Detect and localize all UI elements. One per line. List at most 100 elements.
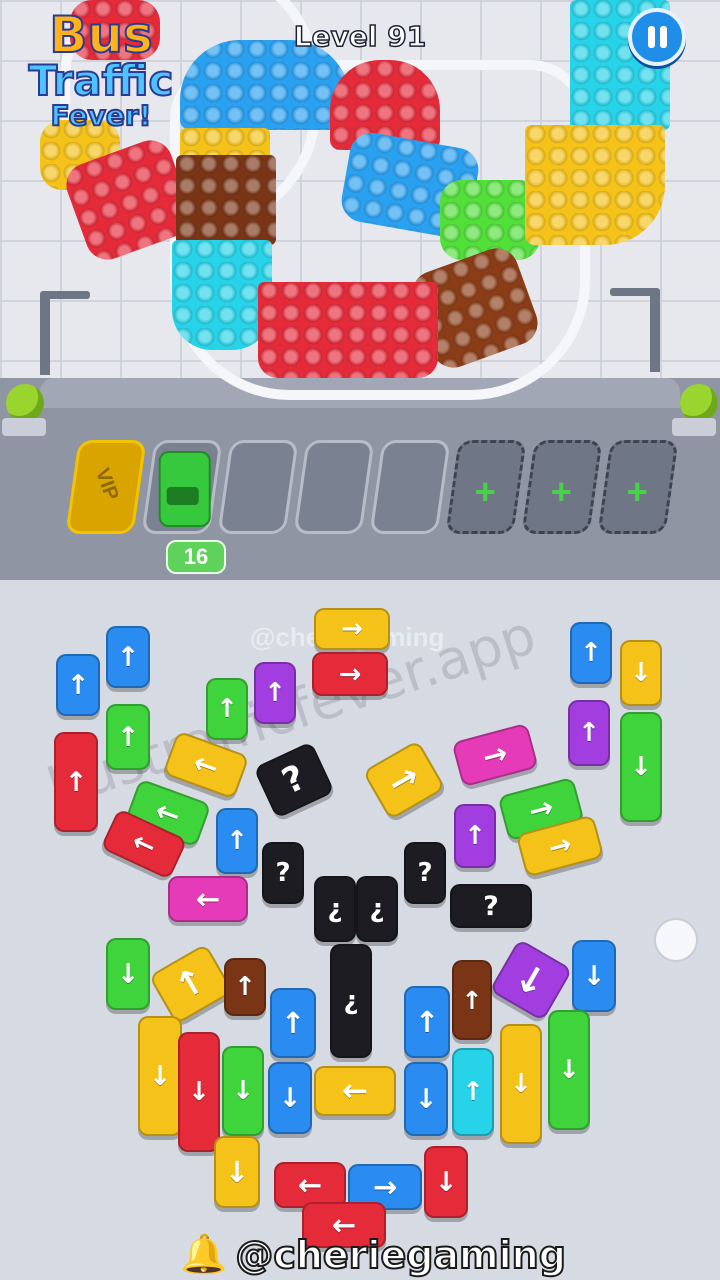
arrow-down-icon: ↓ <box>434 1166 458 1198</box>
brown-bus-up[interactable]: ↑ <box>452 960 492 1040</box>
arrow-down-icon: ↓ <box>224 1155 250 1189</box>
arrow-down-icon: ↓ <box>188 1077 210 1107</box>
add-slot-button[interactable]: + <box>521 440 603 534</box>
arrow-down-icon: ↓ <box>630 752 652 782</box>
arrow-up-icon: ↑ <box>168 959 214 1009</box>
planter <box>672 418 716 436</box>
question-icon: ? <box>275 858 291 888</box>
question-icon: ¿ <box>369 894 385 924</box>
arrow-up-icon: ↑ <box>234 972 256 1002</box>
mystery-bus[interactable]: ¿ <box>314 876 356 942</box>
arrow-up-icon: ↑ <box>264 678 286 708</box>
question-icon: ? <box>276 757 312 803</box>
cyan-bus-up[interactable]: ↑ <box>452 1048 494 1136</box>
arrow-up-icon: ↑ <box>462 1077 484 1107</box>
arrow-down-icon: ↓ <box>148 1060 172 1092</box>
mystery-bus[interactable]: ¿ <box>330 944 372 1058</box>
yellow-bus-left[interactable]: ← <box>314 1066 396 1116</box>
green-bus-up[interactable]: ↑ <box>206 678 248 740</box>
blue-bus-down[interactable]: ↓ <box>572 940 616 1012</box>
vip-parking-slot[interactable]: VIP <box>65 440 147 534</box>
arrow-down-icon: ↓ <box>506 953 556 1007</box>
arrow-up-icon: ↑ <box>461 985 483 1015</box>
yellow-bus-down[interactable]: ↓ <box>620 640 662 706</box>
logo-fever: Fever! <box>50 99 153 132</box>
green-bus-down[interactable]: ↓ <box>620 712 662 822</box>
passenger-group-brown <box>176 155 276 245</box>
question-icon: ¿ <box>343 986 359 1016</box>
green-bus-up[interactable]: ↑ <box>106 704 150 770</box>
blue-bus-up[interactable]: ↑ <box>216 808 258 874</box>
red-bus-down[interactable]: ↓ <box>178 1032 220 1152</box>
plus-icon: + <box>626 471 648 512</box>
green-bus-down[interactable]: ↓ <box>222 1046 264 1136</box>
add-slot-button[interactable]: + <box>597 440 679 534</box>
add-slot-button[interactable]: + <box>445 440 527 534</box>
credit-bar: 🔔 @cheriegaming <box>180 1230 567 1280</box>
arrow-right-icon: → <box>545 828 575 864</box>
arrow-up-icon: ↑ <box>116 721 140 753</box>
arrow-left-icon: ← <box>342 1073 368 1109</box>
purple-bus-up[interactable]: ↑ <box>254 662 296 724</box>
arrow-right-icon: → <box>524 789 558 829</box>
yellow-bus-down[interactable]: ↓ <box>500 1024 542 1144</box>
arrow-right-icon: → <box>338 658 362 690</box>
arrow-up-icon: ↑ <box>280 1006 306 1040</box>
yellow-bus-right[interactable]: → <box>314 608 390 650</box>
passenger-group-red <box>258 282 438 378</box>
brown-bus-up[interactable]: ↑ <box>224 958 266 1016</box>
parking-slot[interactable] <box>369 440 451 534</box>
arrow-down-icon: ↓ <box>630 658 652 688</box>
planter <box>2 418 46 436</box>
blue-bus-up[interactable]: ↑ <box>270 988 316 1058</box>
blue-bus-down[interactable]: ↓ <box>268 1062 312 1134</box>
yellow-bus-down[interactable]: ↓ <box>214 1136 260 1208</box>
credit-handle: @cheriegaming <box>234 1232 567 1278</box>
parking-slot[interactable] <box>217 440 299 534</box>
yellow-bus-down[interactable]: ↓ <box>138 1016 182 1136</box>
arrow-right-icon: → <box>381 755 427 805</box>
arrow-right-icon: → <box>341 614 363 644</box>
arrow-up-icon: ↑ <box>578 718 600 748</box>
purple-bus-up[interactable]: ↑ <box>454 804 496 868</box>
blue-bus-up[interactable]: ↑ <box>106 626 150 688</box>
bell-icon: 🔔 <box>180 1234 228 1276</box>
pink-bus-left[interactable]: ← <box>168 876 248 922</box>
arrow-left-icon: ← <box>195 882 221 916</box>
arrow-down-icon: ↓ <box>232 1076 254 1106</box>
blue-bus-up[interactable]: ↑ <box>404 986 450 1058</box>
arrow-down-icon: ↓ <box>558 1055 580 1085</box>
red-bus-up[interactable]: ↑ <box>54 732 98 832</box>
green-bus-down[interactable]: ↓ <box>548 1010 590 1130</box>
question-icon: ? <box>417 858 433 888</box>
purple-bus-up[interactable]: ↑ <box>568 700 610 766</box>
arrow-up-icon: ↑ <box>580 638 602 668</box>
blue-bus-down[interactable]: ↓ <box>404 1062 448 1136</box>
arrow-up-icon: ↑ <box>216 694 238 724</box>
parking-slot[interactable] <box>293 440 375 534</box>
logo-bus: Bus <box>48 6 153 64</box>
green-bus-down[interactable]: ↓ <box>106 938 150 1010</box>
vip-label: VIP <box>90 465 123 504</box>
level-label: Level 91 <box>293 19 427 54</box>
blue-bus-up[interactable]: ↑ <box>56 654 100 716</box>
blue-bus-up[interactable]: ↑ <box>570 622 612 684</box>
arrow-left-icon: ← <box>297 1168 323 1202</box>
red-bus-right[interactable]: → <box>312 652 388 696</box>
arrow-down-icon: ↓ <box>278 1082 302 1114</box>
mystery-bus[interactable]: ? <box>262 842 304 904</box>
floating-knob[interactable] <box>654 918 698 962</box>
pause-button[interactable] <box>628 8 686 66</box>
red-bus-down[interactable]: ↓ <box>424 1146 468 1218</box>
mystery-bus[interactable]: ¿ <box>356 876 398 942</box>
game-logo: Bus Traffic Fever! <box>6 6 196 160</box>
bush <box>6 384 44 422</box>
arrow-up-icon: ↑ <box>226 826 248 856</box>
question-icon: ? <box>483 890 499 922</box>
remaining-passengers-badge: 16 <box>166 540 226 574</box>
mystery-bus[interactable]: ? <box>404 842 446 904</box>
parking-slot[interactable] <box>141 440 223 534</box>
street-lamp <box>40 291 90 375</box>
mystery-bus[interactable]: ? <box>450 884 532 928</box>
passenger-group-cyan <box>172 240 272 350</box>
